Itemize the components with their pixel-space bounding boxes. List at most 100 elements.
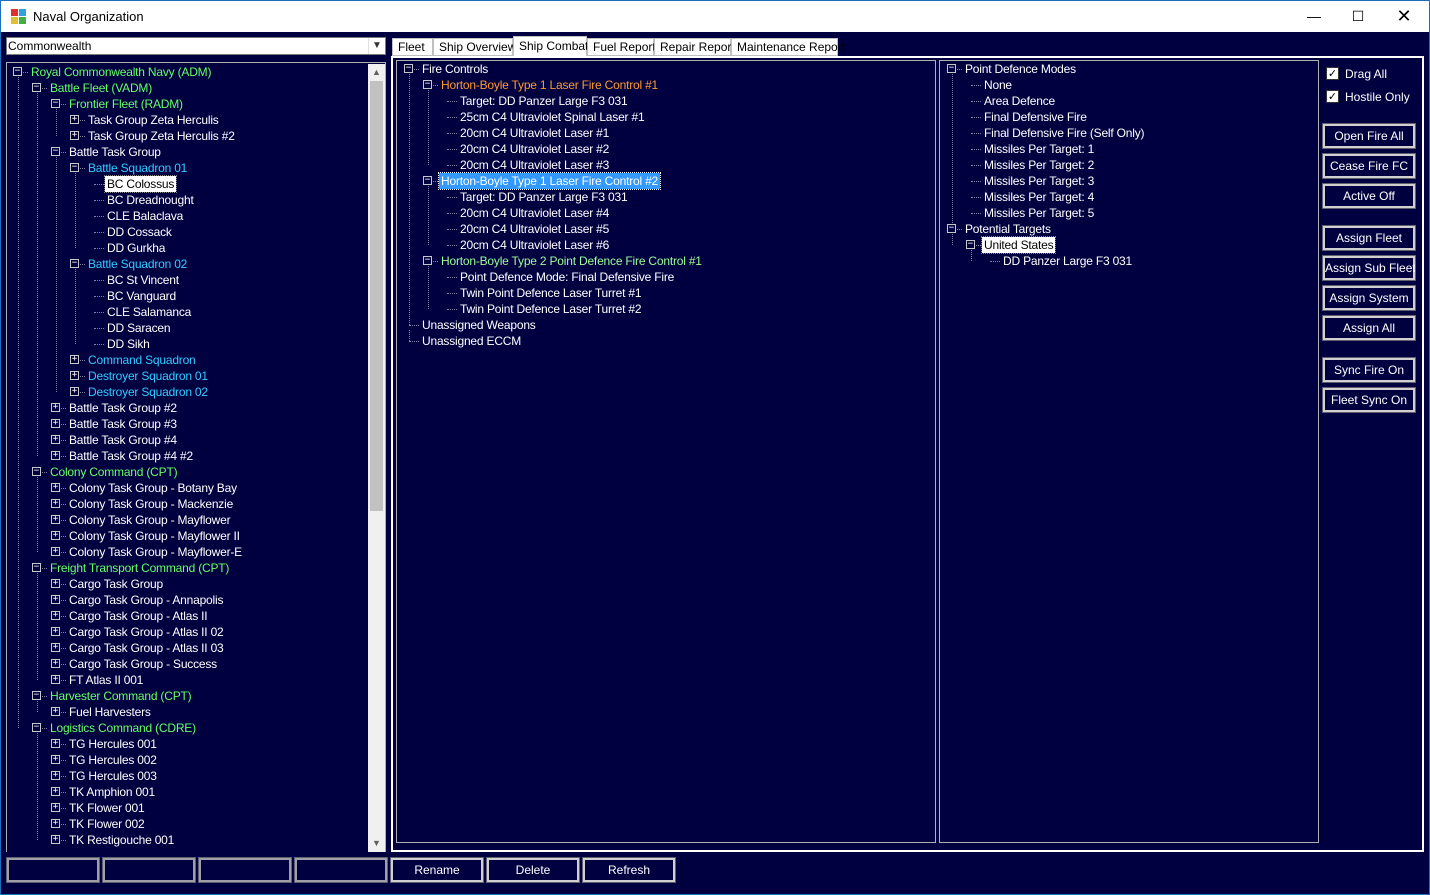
tree-node-tk-amphion-001[interactable]: TK Amphion 001 xyxy=(67,784,157,800)
tree-node-cargo-task-group-annapolis[interactable]: Cargo Task Group - Annapolis xyxy=(67,592,225,608)
tree-node-final-defensive-fire[interactable]: Final Defensive Fire xyxy=(982,109,1089,125)
expand-icon[interactable]: + xyxy=(51,451,60,460)
chevron-down-icon[interactable]: ▼ xyxy=(368,38,385,54)
expand-icon[interactable]: + xyxy=(51,419,60,428)
collapse-icon[interactable]: − xyxy=(70,259,79,268)
expand-icon[interactable]: + xyxy=(51,515,60,524)
tree-node-twin-point-defence-laser-turret-1[interactable]: Twin Point Defence Laser Turret #1 xyxy=(458,285,643,301)
expand-icon[interactable]: + xyxy=(51,803,60,812)
expand-icon[interactable]: + xyxy=(51,659,60,668)
collapse-icon[interactable]: − xyxy=(423,256,432,265)
tab-fleet[interactable]: Fleet xyxy=(392,38,433,56)
tree-node-point-defence-mode-final-defensive-fire[interactable]: Point Defence Mode: Final Defensive Fire xyxy=(458,269,676,285)
tree-node-battle-squadron-02[interactable]: Battle Squadron 02 xyxy=(86,256,189,272)
expand-icon[interactable]: + xyxy=(51,531,60,540)
tree-node-battle-task-group[interactable]: Battle Task Group xyxy=(67,144,163,160)
expand-icon[interactable]: + xyxy=(51,707,60,716)
fleet-tree[interactable]: − Royal Commonwealth Navy (ADM) − Battle Fl… xyxy=(6,62,386,854)
expand-icon[interactable]: + xyxy=(51,579,60,588)
collapse-icon[interactable]: − xyxy=(423,80,432,89)
tab-fuel-report[interactable]: Fuel Report xyxy=(587,38,656,56)
expand-icon[interactable]: + xyxy=(51,819,60,828)
tree-node-battle-task-group-2[interactable]: Battle Task Group #2 xyxy=(67,400,179,416)
tree-node-tg-hercules-001[interactable]: TG Hercules 001 xyxy=(67,736,159,752)
tree-node-fire-controls[interactable]: Fire Controls xyxy=(420,61,490,77)
tree-node-harvester-command-cpt[interactable]: Harvester Command (CPT) xyxy=(48,688,193,704)
expand-icon[interactable]: + xyxy=(51,611,60,620)
collapse-icon[interactable]: − xyxy=(423,176,432,185)
tree-node-missiles-per-target-2[interactable]: Missiles Per Target: 2 xyxy=(982,157,1096,173)
tree-node-none[interactable]: None xyxy=(982,77,1014,93)
scroll-down-icon[interactable]: ▼ xyxy=(368,835,385,852)
rename-button[interactable]: Rename xyxy=(390,857,484,883)
scroll-up-icon[interactable]: ▲ xyxy=(368,64,385,81)
collapse-icon[interactable]: − xyxy=(404,64,413,73)
assign-sub-fleet-button[interactable]: Assign Sub Fleet xyxy=(1322,255,1416,281)
tree-node-20cm-c4-ultraviolet-laser-1[interactable]: 20cm C4 Ultraviolet Laser #1 xyxy=(458,125,611,141)
tree-node-missiles-per-target-3[interactable]: Missiles Per Target: 3 xyxy=(982,173,1096,189)
collapse-icon[interactable]: − xyxy=(966,240,975,249)
tree-node-freight-transport-command-cpt[interactable]: Freight Transport Command (CPT) xyxy=(48,560,231,576)
tree-node-horton-boyle-type-1-laser-fire-control-2[interactable]: Horton-Boyle Type 1 Laser Fire Control #… xyxy=(437,172,662,190)
race-select[interactable]: Commonwealth ▼ xyxy=(6,37,386,55)
fleet-tree-scrollbar[interactable]: ▲ ▼ xyxy=(368,64,385,852)
tab-repair-report[interactable]: Repair Report xyxy=(654,38,735,56)
tree-node-missiles-per-target-5[interactable]: Missiles Per Target: 5 xyxy=(982,205,1096,221)
close-button[interactable]: ✕ xyxy=(1381,1,1427,32)
expand-icon[interactable]: + xyxy=(51,627,60,636)
tree-node-task-group-zeta-herculis-2[interactable]: Task Group Zeta Herculis #2 xyxy=(86,128,237,144)
tab-ship-combat[interactable]: Ship Combat xyxy=(513,36,588,57)
collapse-icon[interactable]: − xyxy=(32,563,41,572)
tree-node-20cm-c4-ultraviolet-laser-3[interactable]: 20cm C4 Ultraviolet Laser #3 xyxy=(458,157,611,173)
expand-icon[interactable]: + xyxy=(51,835,60,844)
tree-node-fuel-harvesters[interactable]: Fuel Harvesters xyxy=(67,704,153,720)
tree-node-25cm-c4-ultraviolet-spinal-laser-1[interactable]: 25cm C4 Ultraviolet Spinal Laser #1 xyxy=(458,109,646,125)
tree-node-battle-task-group-4-2[interactable]: Battle Task Group #4 #2 xyxy=(67,448,195,464)
expand-icon[interactable]: + xyxy=(51,755,60,764)
sync-fire-on-button[interactable]: Sync Fire On xyxy=(1322,357,1416,383)
tree-node-frontier-fleet-radm[interactable]: Frontier Fleet (RADM) xyxy=(67,96,185,112)
tree-node-bc-dreadnought[interactable]: BC Dreadnought xyxy=(105,192,196,208)
tree-node-colony-task-group-botany-bay[interactable]: Colony Task Group - Botany Bay xyxy=(67,480,239,496)
tree-node-bc-colossus[interactable]: BC Colossus xyxy=(103,175,178,193)
tree-node-cargo-task-group-atlas-ii[interactable]: Cargo Task Group - Atlas II xyxy=(67,608,209,624)
collapse-icon[interactable]: − xyxy=(32,723,41,732)
expand-icon[interactable]: + xyxy=(70,355,79,364)
assign-fleet-button[interactable]: Assign Fleet xyxy=(1322,225,1416,251)
tree-node-colony-task-group-mackenzie[interactable]: Colony Task Group - Mackenzie xyxy=(67,496,235,512)
checkbox-box[interactable]: ✓ xyxy=(1326,67,1339,81)
maximize-button[interactable]: ☐ xyxy=(1335,1,1381,32)
tree-node-united-states[interactable]: United States xyxy=(980,236,1057,254)
tree-node-ft-atlas-ii-001[interactable]: FT Atlas II 001 xyxy=(67,672,145,688)
tree-node-20cm-c4-ultraviolet-laser-5[interactable]: 20cm C4 Ultraviolet Laser #5 xyxy=(458,221,611,237)
tree-node-missiles-per-target-1[interactable]: Missiles Per Target: 1 xyxy=(982,141,1096,157)
tree-node-20cm-c4-ultraviolet-laser-6[interactable]: 20cm C4 Ultraviolet Laser #6 xyxy=(458,237,611,253)
expand-icon[interactable]: + xyxy=(51,499,60,508)
tree-node-colony-command-cpt[interactable]: Colony Command (CPT) xyxy=(48,464,179,480)
collapse-icon[interactable]: − xyxy=(947,64,956,73)
expand-icon[interactable]: + xyxy=(51,675,60,684)
active-off-button[interactable]: Active Off xyxy=(1322,183,1416,209)
collapse-icon[interactable]: − xyxy=(32,467,41,476)
expand-icon[interactable]: + xyxy=(51,547,60,556)
tree-node-colony-task-group-mayflower[interactable]: Colony Task Group - Mayflower xyxy=(67,512,232,528)
tree-node-unassigned-eccm[interactable]: Unassigned ECCM xyxy=(420,333,523,349)
tab-maintenance-report[interactable]: Maintenance Report xyxy=(731,38,845,56)
point-defence-tree[interactable]: − Point Defence Modes None Area Defence Fina… xyxy=(939,60,1319,843)
tree-node-bc-st-vincent[interactable]: BC St Vincent xyxy=(105,272,181,288)
scroll-thumb[interactable] xyxy=(370,81,383,511)
tree-node-tk-flower-002[interactable]: TK Flower 002 xyxy=(67,816,146,832)
tree-node-command-squadron[interactable]: Command Squadron xyxy=(86,352,198,368)
fire-controls-tree[interactable]: − Fire Controls − Horton-Boyle Type 1 Laser… xyxy=(396,60,936,843)
checkbox-drag-all[interactable]: ✓ Drag All xyxy=(1326,66,1387,82)
tree-node-destroyer-squadron-02[interactable]: Destroyer Squadron 02 xyxy=(86,384,210,400)
expand-icon[interactable]: + xyxy=(70,387,79,396)
tree-node-battle-task-group-3[interactable]: Battle Task Group #3 xyxy=(67,416,179,432)
collapse-icon[interactable]: − xyxy=(13,67,22,76)
tab-ship-overview[interactable]: Ship Overview xyxy=(433,38,516,56)
tree-node-area-defence[interactable]: Area Defence xyxy=(982,93,1057,109)
expand-icon[interactable]: + xyxy=(51,739,60,748)
collapse-icon[interactable]: − xyxy=(51,147,60,156)
tree-node-horton-boyle-type-2-point-defence-fire-control-1[interactable]: Horton-Boyle Type 2 Point Defence Fire C… xyxy=(439,253,704,269)
delete-button[interactable]: Delete xyxy=(486,857,580,883)
